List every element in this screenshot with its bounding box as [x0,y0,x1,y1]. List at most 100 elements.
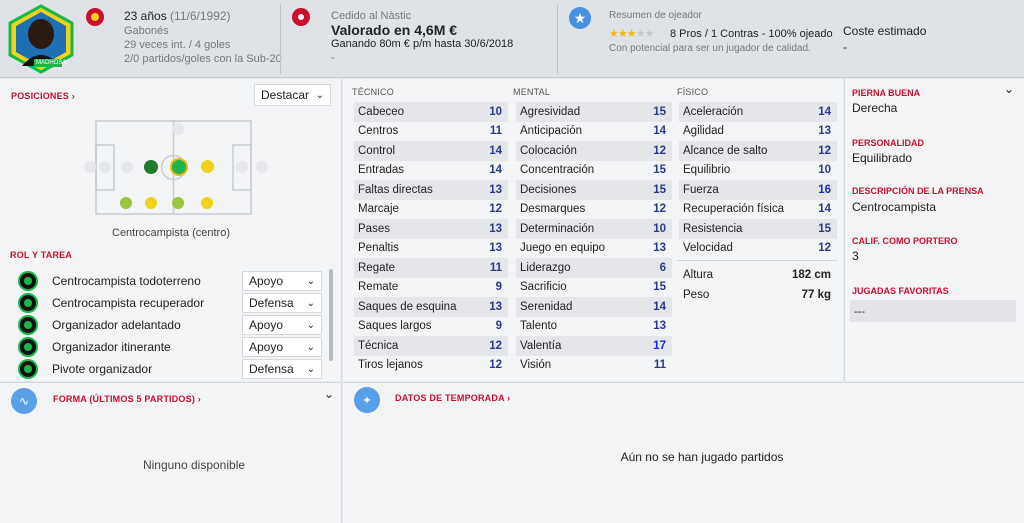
attribute-row[interactable]: Control 14 [354,141,508,161]
personality-value: Equilibrado [852,151,913,165]
attribute-value: 13 [489,242,502,255]
role-row[interactable]: Organizador itinerante Apoyo ⌄ [10,336,322,358]
loan-status[interactable]: Cedido al Nàstic [331,10,411,22]
position-dot-natural[interactable] [170,158,188,176]
u20-record: 2/0 partidos/goles con la Sub-20 [124,53,282,65]
attribute-value: 13 [653,320,666,333]
attribute-row[interactable]: Tiros lejanos 12 [354,356,508,376]
scout-stars: ★★★★★ [609,28,654,40]
highlight-select[interactable]: Destacar ⌄ [254,84,331,106]
attribute-row[interactable]: Desmarques 12 [516,200,672,220]
attribute-row[interactable]: Cabeceo 10 [354,102,508,122]
duty-select[interactable]: Apoyo ⌄ [242,315,322,335]
attribute-value: 13 [489,222,502,235]
loan-club-icon[interactable] [292,8,310,26]
attribute-row[interactable]: Colocación 12 [516,141,672,161]
attribute-row[interactable]: Marcaje 12 [354,200,508,220]
season-title[interactable]: DATOS DE TEMPORADA › [395,393,510,403]
plays-box: --- [850,300,1016,322]
attribute-row[interactable]: Valentía 17 [516,336,672,356]
attribute-name: Tiros lejanos [358,359,423,372]
attribute-row[interactable]: Centros 11 [354,122,508,142]
attribute-row[interactable]: Serenidad 14 [516,297,672,317]
position-dot[interactable] [172,197,184,209]
attribute-name: Saques largos [358,320,432,333]
attribute-row[interactable]: Saques de esquina 13 [354,297,508,317]
role-row[interactable]: Centrocampista todoterreno Apoyo ⌄ [10,270,322,292]
attribute-row[interactable]: Aceleración 14 [679,102,837,122]
chevron-down-icon[interactable]: ⌄ [324,387,334,401]
position-dot[interactable] [236,161,248,173]
position-dot[interactable] [145,197,157,209]
attribute-row[interactable]: Juego en equipo 13 [516,239,672,259]
attribute-row[interactable]: Recuperación física 14 [679,200,837,220]
attribute-row[interactable]: Saques largos 9 [354,317,508,337]
attribute-name: Aceleración [683,105,744,118]
attribute-row[interactable]: Equilibrio 10 [679,161,837,181]
position-dot[interactable] [121,161,133,173]
season-empty: Aún no se han jugado partidos [620,450,784,464]
attribute-row[interactable]: Visión 11 [516,356,672,376]
chevron-down-icon: ⌄ [306,319,315,331]
positions-title[interactable]: POSICIONES › [11,91,75,101]
attribute-value: 12 [818,144,831,157]
position-dot[interactable] [256,161,268,173]
scout-note: Con potencial para ser un jugador de cal… [609,43,811,54]
scout-title: Resumen de ojeador [609,10,702,21]
attribute-value: 11 [489,261,502,274]
attribute-value: 15 [818,222,831,235]
attribute-row[interactable]: Sacrificio 15 [516,278,672,298]
club-badge-icon[interactable] [86,8,104,26]
attribute-row[interactable]: Técnica 12 [354,336,508,356]
role-row[interactable]: Pivote organizador Defensa ⌄ [10,358,322,380]
attribute-row[interactable]: Resistencia 15 [679,219,837,239]
gk-label: CALIF. COMO PORTERO [852,236,958,246]
position-dot[interactable] [172,123,184,135]
attribute-row[interactable]: Penaltis 13 [354,239,508,259]
season-title-text: DATOS DE TEMPORADA [395,393,505,403]
attribute-row[interactable]: Decisiones 15 [516,180,672,200]
attribute-name: Serenidad [520,300,573,313]
attribute-row[interactable]: Talento 13 [516,317,672,337]
scout-summary[interactable]: 8 Pros / 1 Contras - 100% ojeado [670,28,833,40]
position-dot[interactable] [84,161,96,173]
role-name: Pivote organizador [52,362,153,376]
attribute-row[interactable]: Remate 9 [354,278,508,298]
attribute-row[interactable]: Fuerza 16 [679,180,837,200]
scout-star-icon[interactable]: ★ [569,7,591,29]
duty-select[interactable]: Apoyo ⌄ [242,271,322,291]
attribute-row[interactable]: Faltas directas 13 [354,180,508,200]
attribute-row[interactable]: Anticipación 14 [516,122,672,142]
attribute-row[interactable]: Concentración 15 [516,161,672,181]
duty-select[interactable]: Defensa ⌄ [242,293,322,313]
attribute-row[interactable]: Velocidad 12 [679,239,837,259]
attribute-row[interactable]: Agresividad 15 [516,102,672,122]
attribute-row[interactable]: Alcance de salto 12 [679,141,837,161]
position-dot[interactable] [144,160,158,174]
roles-scrollbar[interactable] [329,269,333,361]
duty-select[interactable]: Apoyo ⌄ [242,337,322,357]
attribute-row[interactable]: Liderazgo 6 [516,258,672,278]
attribute-row[interactable]: Determinación 10 [516,219,672,239]
player-wage: Ganando 80m € p/m hasta 30/6/2018 [331,38,514,50]
attribute-row[interactable]: Agilidad 13 [679,122,837,142]
attribute-row[interactable]: Entradas 14 [354,161,508,181]
attribute-value: 12 [653,203,666,216]
role-name: Organizador adelantado [52,318,181,332]
attribute-value: 10 [818,164,831,177]
form-title[interactable]: FORMA (ÚLTIMOS 5 PARTIDOS) › [53,394,201,404]
wage-extra: - [331,52,335,64]
role-row[interactable]: Centrocampista recuperador Defensa ⌄ [10,292,322,314]
attribute-row[interactable]: Regate 11 [354,258,508,278]
position-dot[interactable] [99,161,111,173]
attribute-value: 14 [653,300,666,313]
position-dot[interactable] [120,197,132,209]
attribute-name: Pases [358,222,390,235]
position-dot[interactable] [201,160,214,173]
duty-select[interactable]: Defensa ⌄ [242,359,322,379]
attribute-value: 9 [495,320,502,333]
role-row[interactable]: Organizador adelantado Apoyo ⌄ [10,314,322,336]
attribute-row[interactable]: Pases 13 [354,219,508,239]
chevron-down-icon[interactable]: ⌄ [1004,82,1014,96]
position-dot[interactable] [201,197,213,209]
